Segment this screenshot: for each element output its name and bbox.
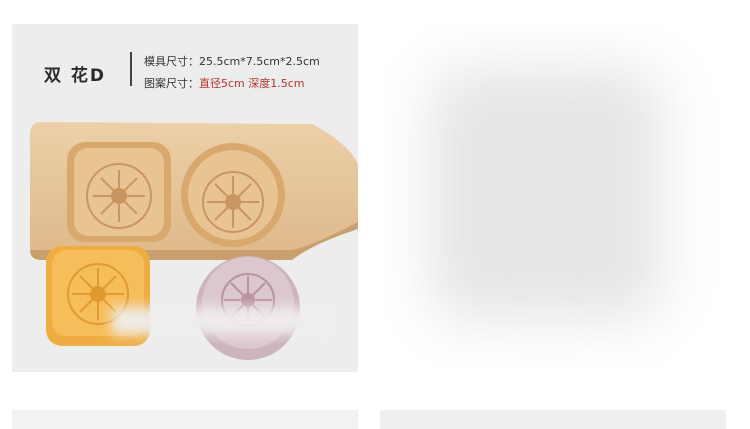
pattern-size-spec: 图案尺寸：直径5cm 深度1.5cm [144, 75, 305, 91]
product-image-card[interactable]: 双 花D 模具尺寸：25.5cm*7.5cm*2.5cm 图案尺寸：直径5cm … [12, 24, 358, 372]
product-title: 双 花D [44, 66, 107, 86]
blurred-overlay [112, 307, 332, 335]
next-card-left[interactable] [12, 410, 358, 429]
blurred-product-card[interactable] [380, 24, 726, 372]
mold-size-label: 模具尺寸： [144, 55, 199, 68]
mold-size-spec: 模具尺寸：25.5cm*7.5cm*2.5cm [144, 53, 320, 69]
pattern-diameter: 直径5cm [199, 77, 245, 90]
next-card-right[interactable] [380, 410, 726, 429]
round-flower-cavity [181, 143, 285, 247]
square-flower-cavity [67, 142, 171, 242]
blurred-image [428, 66, 664, 322]
pattern-size-label: 图案尺寸： [144, 77, 199, 90]
title-divider [130, 52, 132, 86]
mold-size-value: 25.5cm*7.5cm*2.5cm [199, 55, 320, 68]
pattern-depth: 深度1.5cm [248, 77, 305, 90]
